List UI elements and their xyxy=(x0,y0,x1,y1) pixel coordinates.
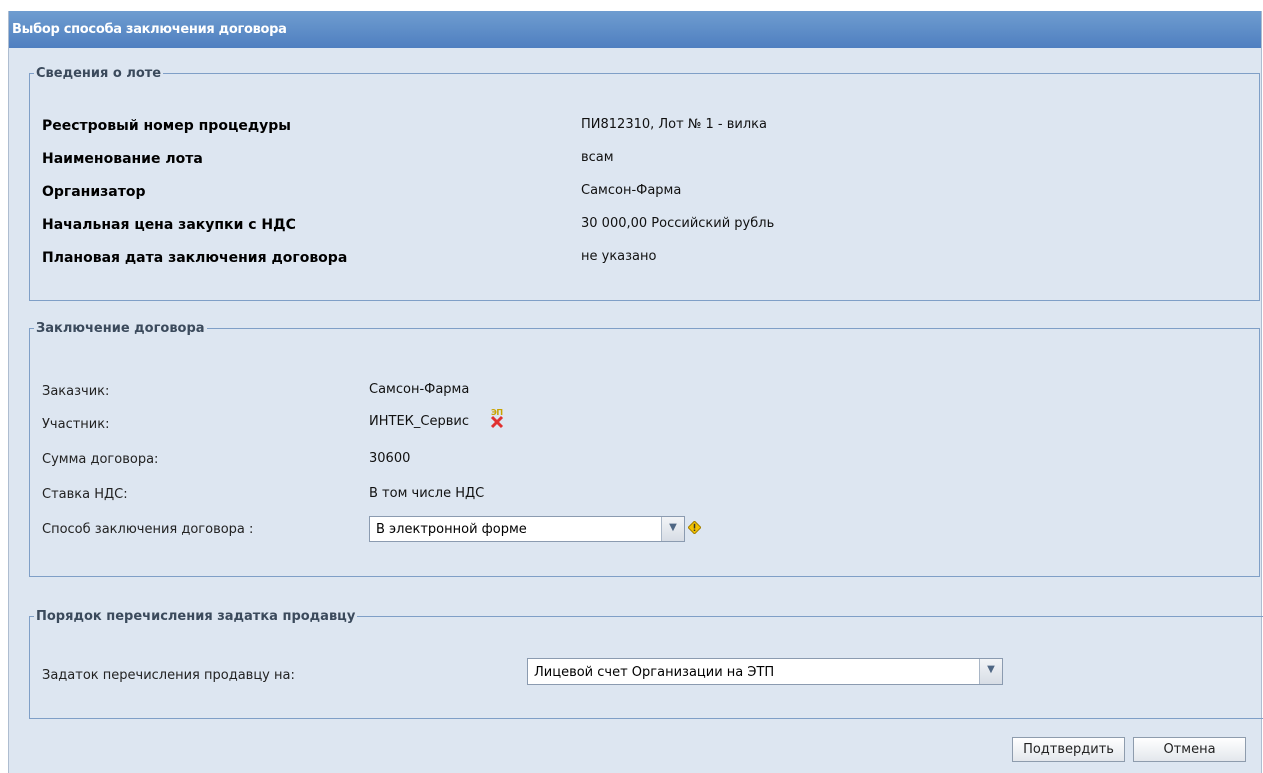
planned-date-value: не указано xyxy=(581,249,657,264)
registry-number-value: ПИ812310, Лот № 1 - вилка xyxy=(581,117,767,132)
planned-date-label: Плановая дата заключения договора xyxy=(42,250,348,266)
start-price-label: Начальная цена закупки с НДС xyxy=(42,217,296,233)
chevron-down-icon[interactable]: ▼ xyxy=(979,659,1002,684)
registry-number-label: Реестровый номер процедуры xyxy=(42,118,291,134)
customer-value: Самсон-Фарма xyxy=(369,382,470,397)
contract-method-selected: В электронной форме xyxy=(376,522,527,537)
deposit-label: Задаток перечисления продавцу на: xyxy=(42,668,295,683)
deposit-target-select[interactable]: Лицевой счет Организации на ЭТП ▼ xyxy=(527,658,1003,685)
dialog-footer: Подтвердить Отмена xyxy=(9,737,1261,773)
red-cross-icon xyxy=(490,415,504,429)
deposit-section: Порядок перечисления задатка продавцу За… xyxy=(29,609,1263,719)
lot-info-legend: Сведения о лоте xyxy=(36,66,162,81)
vat-rate-value: В том числе НДС xyxy=(369,486,485,501)
organizer-label: Организатор xyxy=(42,184,146,200)
contract-sum-value: 30600 xyxy=(369,451,411,466)
lot-info-section: Сведения о лоте Реестровый номер процеду… xyxy=(29,66,1260,301)
chevron-down-icon[interactable]: ▼ xyxy=(661,517,684,541)
lot-name-value: всам xyxy=(581,150,614,165)
dialog-window: Выбор способа заключения договора Сведен… xyxy=(8,11,1263,773)
participant-value: ИНТЕК_Сервис xyxy=(369,414,469,429)
deposit-target-selected: Лицевой счет Организации на ЭТП xyxy=(534,665,775,680)
dialog-title: Выбор способа заключения договора xyxy=(9,11,1261,48)
contract-legend: Заключение договора xyxy=(36,321,205,336)
confirm-button[interactable]: Подтвердить xyxy=(1012,737,1125,762)
contract-sum-label: Сумма договора: xyxy=(42,452,159,467)
vat-rate-label: Ставка НДС: xyxy=(42,487,128,502)
participant-label: Участник: xyxy=(42,417,110,432)
contract-section: Заключение договора Заказчик: Самсон-Фар… xyxy=(29,321,1260,577)
contract-method-select[interactable]: В электронной форме ▼ xyxy=(369,516,685,542)
customer-label: Заказчик: xyxy=(42,384,110,399)
lot-name-label: Наименование лота xyxy=(42,151,203,167)
signature-invalid-icon[interactable]: ЭП xyxy=(488,408,506,429)
warning-diamond-icon xyxy=(688,521,701,534)
organizer-value: Самсон-Фарма xyxy=(581,183,682,198)
contract-method-label: Способ заключения договора : xyxy=(42,522,254,537)
start-price-value: 30 000,00 Российский рубль xyxy=(581,216,775,231)
deposit-legend: Порядок перечисления задатка продавцу xyxy=(36,609,356,624)
cancel-button[interactable]: Отмена xyxy=(1133,737,1246,762)
